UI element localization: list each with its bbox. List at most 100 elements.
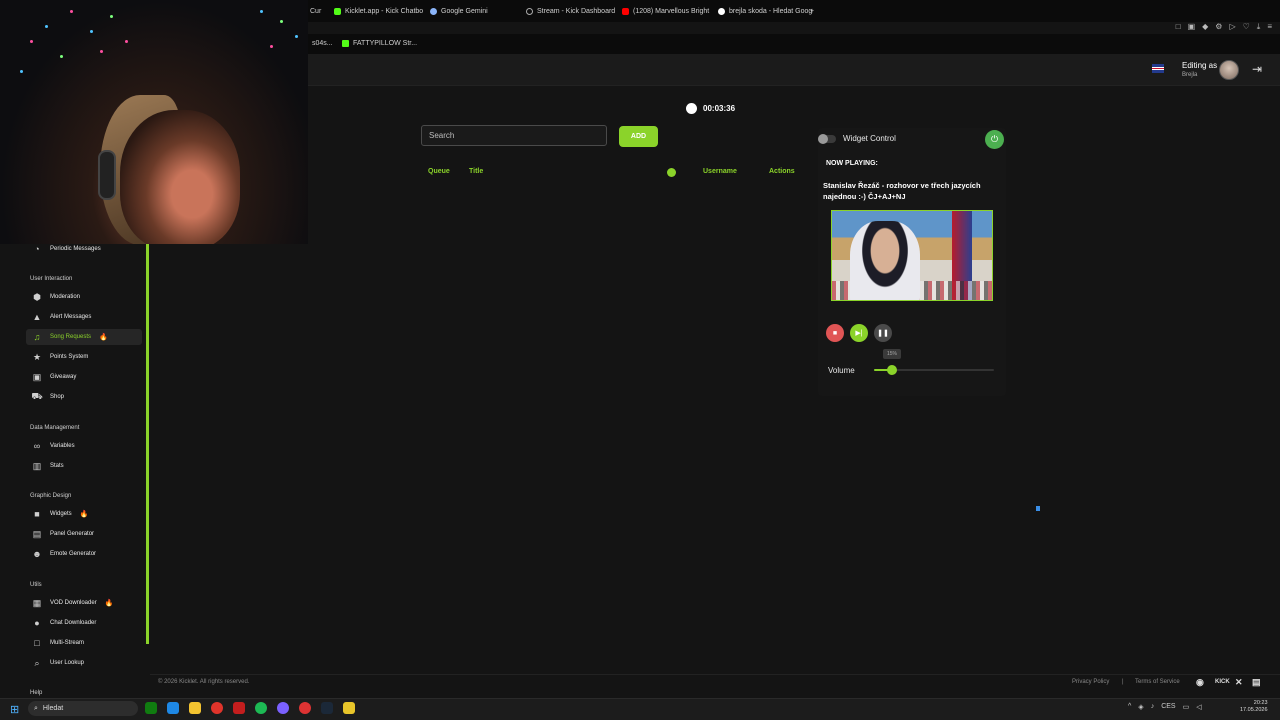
network-icon[interactable]: ◈ xyxy=(1138,703,1143,711)
file-explorer-icon[interactable] xyxy=(189,702,201,714)
taskbar-search[interactable]: ⌕ Hledat xyxy=(28,701,138,716)
clock-icon: ◔ xyxy=(34,244,40,254)
browser-app-icon[interactable] xyxy=(167,702,179,714)
now-playing-label: NOW PLAYING: xyxy=(826,160,878,167)
new-tab-button[interactable]: + xyxy=(810,4,814,18)
fire-icon: 🔥 xyxy=(99,334,108,341)
opera-icon[interactable] xyxy=(211,702,223,714)
column-header-username[interactable]: Username xyxy=(703,168,737,175)
extension-icon[interactable]: ▣ xyxy=(1188,22,1196,32)
settings-icon[interactable]: ⚙ xyxy=(1215,22,1222,32)
sidebar-item-giveaway[interactable]: ▣ Giveaway xyxy=(26,369,142,385)
browser-tab[interactable]: Google Gemini xyxy=(430,4,488,18)
sidebar-item-chat-downloader[interactable]: ● Chat Downloader xyxy=(26,615,142,631)
webcam-overlay xyxy=(0,0,308,244)
sidebar-scrollbar[interactable] xyxy=(146,244,149,644)
fire-icon: 🔥 xyxy=(104,600,114,607)
kick-icon[interactable]: KICK xyxy=(1215,679,1230,685)
power-button[interactable]: ⏻ xyxy=(985,130,1004,149)
browser-tab[interactable]: Cur xyxy=(310,4,321,18)
sidebar-item-periodic-messages[interactable]: ◔ Periodic Messages xyxy=(26,241,142,257)
toggle-knob[interactable] xyxy=(818,134,828,144)
footer-separator: | xyxy=(1122,679,1124,685)
column-header-title[interactable]: Title xyxy=(469,168,483,175)
logout-icon[interactable]: ⇥ xyxy=(1252,62,1262,76)
google-icon xyxy=(718,7,725,15)
browser-tab[interactable]: (1208) Marvellous Bright xyxy=(622,4,709,18)
sidebar-item-shop[interactable]: ⛟ Shop xyxy=(26,389,142,405)
language-indicator[interactable]: CES xyxy=(1161,703,1175,711)
stop-button[interactable]: ■ xyxy=(826,324,844,342)
sidebar-item-alert-messages[interactable]: ▲ Alert Messages xyxy=(26,309,142,325)
mouse-cursor xyxy=(1036,506,1040,511)
menu-icon[interactable]: ≡ xyxy=(1267,22,1272,32)
sidebar-item-vod-downloader[interactable]: ▦ VOD Downloader 🔥 xyxy=(26,595,142,611)
add-button[interactable]: ADD xyxy=(619,126,658,147)
song-title: Stanislav Řezáč - rozhovor ve třech jazy… xyxy=(823,181,981,201)
browser-tab[interactable]: Stream - Kick Dashboard xyxy=(526,4,615,18)
volume-tooltip: 15% xyxy=(883,349,901,359)
sidebar: ◔ Periodic Messages User Interaction ⬢ Mod… xyxy=(22,244,148,700)
skip-button[interactable]: ▶| xyxy=(850,324,868,342)
sidebar-item-song-requests[interactable]: ♫ Song Requests 🔥 xyxy=(26,329,142,345)
bookmark-item[interactable]: s04s... xyxy=(312,40,333,47)
system-tray: ^ ◈ ♪ CES ▭ ◁ xyxy=(1128,703,1202,711)
xbox-icon[interactable] xyxy=(145,702,157,714)
clock-icon xyxy=(686,103,697,114)
heart-icon[interactable]: ♡ xyxy=(1243,22,1250,32)
language-flag-icon[interactable] xyxy=(1152,64,1164,73)
download-icon[interactable]: ⤓ xyxy=(1257,22,1261,32)
sidebar-item-widgets[interactable]: ■ Widgets 🔥 xyxy=(26,506,142,522)
sidebar-item-moderation[interactable]: ⬢ Moderation xyxy=(26,289,142,305)
sidebar-item-variables[interactable]: ∞ Variables xyxy=(26,438,142,454)
pause-button[interactable]: ❚❚ xyxy=(874,324,892,342)
messenger-icon[interactable] xyxy=(277,702,289,714)
sidebar-item-points-system[interactable]: ★ Points System xyxy=(26,349,142,365)
sidebar-item-multi-stream[interactable]: □ Multi-Stream xyxy=(26,635,142,651)
volume-slider-thumb[interactable] xyxy=(887,365,897,375)
editing-as-label: Editing as xyxy=(1182,61,1218,70)
avatar[interactable] xyxy=(1219,60,1239,80)
speaker-icon[interactable]: ◁ xyxy=(1196,703,1201,711)
bookmark-item[interactable]: FATTYPILLOW Str... xyxy=(342,40,417,47)
discord-icon[interactable]: ◉ xyxy=(1196,677,1204,688)
power-icon: ⏻ xyxy=(990,134,999,144)
sidebar-item-panel-generator[interactable]: ▤ Panel Generator xyxy=(26,526,142,542)
thumbnail-person xyxy=(850,221,920,300)
shield-icon[interactable]: ◆ xyxy=(1202,22,1208,32)
browser-toolbar-icons: □ ▣ ◆ ⚙ ▷ ♡ ⤓ ≡ xyxy=(1176,22,1272,32)
steam-icon[interactable] xyxy=(321,702,333,714)
settings-app-icon[interactable] xyxy=(299,702,311,714)
widget-control-label: Widget Control xyxy=(843,134,896,143)
gift-icon: ▣ xyxy=(32,371,42,382)
streaming-app-icon[interactable] xyxy=(233,702,245,714)
spotify-icon[interactable] xyxy=(255,702,267,714)
sidebar-item-emote-generator[interactable]: ☻ Emote Generator xyxy=(26,546,142,562)
window-icon: □ xyxy=(34,638,40,648)
sidebar-item-user-lookup[interactable]: ⌕ User Lookup xyxy=(26,655,142,671)
browser-tab[interactable]: Kicklet.app - Kick Chatbo xyxy=(334,4,423,18)
column-header-queue[interactable]: Queue xyxy=(428,168,450,175)
footer xyxy=(150,674,1280,692)
search-icon: ⌕ xyxy=(34,657,40,668)
bookmark-icon[interactable]: □ xyxy=(1176,22,1181,32)
privacy-policy-link[interactable]: Privacy Policy xyxy=(1072,679,1109,685)
browser-tab[interactable]: brejla skoda - Hledat Goog xyxy=(718,4,812,18)
monitor-icon[interactable]: ▭ xyxy=(1183,703,1190,711)
play-icon[interactable]: ▷ xyxy=(1229,22,1235,32)
x-icon[interactable]: ✕ xyxy=(1235,677,1243,688)
docs-icon[interactable]: ▤ xyxy=(1252,677,1261,688)
gemini-icon xyxy=(430,7,437,15)
terms-of-service-link[interactable]: Terms of Service xyxy=(1135,679,1180,685)
video-thumbnail[interactable] xyxy=(831,210,993,301)
windows-start-icon[interactable]: ⊞ xyxy=(10,703,19,716)
notes-app-icon[interactable] xyxy=(343,702,355,714)
system-clock[interactable]: 20:23 17.05.2026 xyxy=(1240,700,1268,714)
chevron-up-icon[interactable]: ^ xyxy=(1128,703,1131,711)
sidebar-item-stats[interactable]: ▥ Stats xyxy=(26,458,142,474)
search-input[interactable] xyxy=(421,125,607,146)
stats-icon: ▥ xyxy=(32,460,42,471)
star-icon: ★ xyxy=(32,351,42,362)
microphone-icon[interactable]: ♪ xyxy=(1151,703,1155,711)
chat-icon: ● xyxy=(34,618,40,628)
